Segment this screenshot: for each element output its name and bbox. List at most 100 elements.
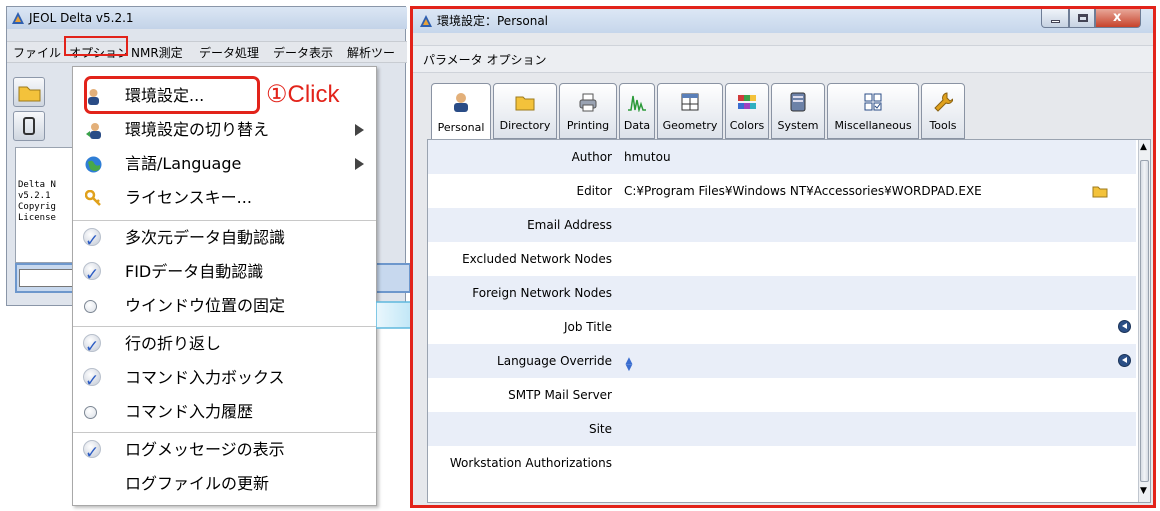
unchecked-radio-icon	[84, 300, 97, 313]
menu-item-label: ログファイルの更新	[125, 474, 270, 493]
submenu-arrow-icon	[355, 158, 364, 170]
menu-item-fix-window-position[interactable]: ウインドウ位置の固定	[73, 289, 376, 323]
table-row: Author hmutou	[428, 140, 1136, 174]
table-row: Foreign Network Nodes	[428, 276, 1136, 310]
menu-data-display[interactable]: データ表示	[273, 45, 333, 61]
scroll-up-icon[interactable]: ▲	[1140, 142, 1147, 152]
geometry-icon	[681, 93, 699, 111]
menu-item-label: FIDデータ自動認識	[125, 262, 264, 281]
table-row: Workstation Authorizations	[428, 446, 1136, 480]
preferences-menu-bar: パラメータ オプション	[413, 45, 1153, 73]
menu-item-label: 行の折り返し	[125, 334, 222, 353]
menu-item-license-key[interactable]: ライセンスキー...	[73, 181, 376, 215]
menu-item-label: 環境設定の切り替え	[125, 120, 270, 139]
tab-label: Personal	[437, 121, 485, 134]
tab-geometry[interactable]: Geometry	[657, 83, 723, 139]
folder-icon[interactable]	[1092, 184, 1108, 198]
person-icon	[454, 93, 468, 112]
tab-colors[interactable]: Colors	[725, 83, 769, 139]
spectrum-icon	[628, 95, 646, 112]
scrollbar-thumb[interactable]	[1140, 160, 1149, 482]
vertical-scrollbar[interactable]: ▲ ▼	[1138, 140, 1150, 502]
command-input-field[interactable]	[19, 269, 79, 287]
folder-icon	[515, 96, 535, 111]
row-label: SMTP Mail Server	[508, 388, 612, 402]
menu-item-line-wrap[interactable]: ✓ 行の折り返し	[73, 327, 376, 361]
checkmark-icon: ✓	[83, 228, 101, 251]
table-row: Site	[428, 412, 1136, 446]
tab-printing[interactable]: Printing	[559, 83, 617, 139]
reset-button-icon[interactable]	[1118, 320, 1131, 333]
row-label: Author	[571, 150, 612, 164]
options-dropdown-menu: 環境設定... 環境設定の切り替え 言語/Language ライセンスキー...…	[72, 66, 377, 506]
close-button[interactable]: x	[1095, 9, 1141, 28]
menu-item-label: ログメッセージの表示	[125, 440, 285, 459]
tab-label: System	[777, 119, 819, 132]
maximize-button[interactable]	[1069, 9, 1095, 28]
scroll-down-icon[interactable]: ▼	[1140, 486, 1147, 496]
miscellaneous-icon	[864, 93, 882, 111]
minimize-button[interactable]	[1041, 9, 1069, 28]
click-callout: ①Click	[260, 74, 372, 116]
reset-button-icon[interactable]	[1118, 354, 1131, 367]
menu-item-switch-preferences[interactable]: 環境設定の切り替え	[73, 113, 376, 147]
table-row: Job Title	[428, 310, 1136, 344]
row-label: Editor	[576, 184, 612, 198]
menu-item-auto-detect-fid[interactable]: ✓ FIDデータ自動認識	[73, 255, 376, 289]
menu-item-label: 言語/Language	[125, 154, 242, 173]
checkmark-icon: ✓	[83, 368, 101, 391]
globe-icon	[85, 156, 102, 173]
menu-item-label: 多次元データ自動認識	[125, 228, 286, 247]
delta-logo-icon	[12, 12, 24, 24]
preferences-menu-items[interactable]: パラメータ オプション	[423, 53, 546, 67]
tab-system[interactable]: System	[771, 83, 825, 139]
tab-data[interactable]: Data	[619, 83, 655, 139]
tab-miscellaneous[interactable]: Miscellaneous	[827, 83, 919, 139]
submenu-arrow-icon	[355, 124, 364, 136]
menu-item-show-log-messages[interactable]: ✓ ログメッセージの表示	[73, 433, 376, 467]
row-label: Job Title	[563, 320, 612, 334]
menu-nmr-measurement[interactable]: NMR測定	[131, 45, 183, 61]
tab-personal[interactable]: Personal	[431, 83, 491, 141]
key-icon	[85, 190, 101, 206]
menu-item-language[interactable]: 言語/Language	[73, 147, 376, 181]
delta-console: Delta N v5.2.1 Copyrig License	[15, 147, 75, 263]
personal-settings-panel: Author hmutou Editor C:¥Program Files¥Wi…	[427, 139, 1151, 503]
delta-title-bar: JEOL Delta v5.2.1	[7, 7, 407, 29]
menu-item-label: ライセンスキー...	[125, 188, 252, 207]
table-row: Excluded Network Nodes	[428, 242, 1136, 276]
unchecked-radio-icon	[84, 406, 97, 419]
preferences-window: 環境設定：Personal x パラメータ オプション Personal Dir…	[410, 6, 1156, 508]
language-override-spinner-icon[interactable]: ▲▼	[624, 356, 634, 370]
menu-data-processing[interactable]: データ処理	[199, 45, 259, 61]
editor-field[interactable]: C:¥Program Files¥Windows NT¥Accessories¥…	[624, 174, 982, 208]
menu-item-command-history[interactable]: コマンド入力履歴	[73, 395, 376, 429]
row-label: Foreign Network Nodes	[472, 286, 612, 300]
menu-item-update-log-file[interactable]: ログファイルの更新	[73, 467, 376, 501]
row-label: Excluded Network Nodes	[462, 252, 612, 266]
console-line: Copyrig	[18, 202, 56, 212]
menu-analysis-tools[interactable]: 解析ツー	[347, 45, 395, 61]
menu-item-label: ウインドウ位置の固定	[125, 296, 286, 315]
open-folder-button[interactable]	[13, 77, 45, 107]
table-row: Email Address	[428, 208, 1136, 242]
folder-icon	[18, 86, 41, 102]
tab-label: Miscellaneous	[834, 119, 912, 132]
preferences-window-title: 環境設定：Personal	[437, 14, 549, 28]
maximize-icon	[1078, 14, 1088, 22]
menu-item-command-input-box[interactable]: ✓ コマンド入力ボックス	[73, 361, 376, 395]
menu-item-auto-detect-multidim[interactable]: ✓ 多次元データ自動認識	[73, 221, 376, 255]
table-row: SMTP Mail Server	[428, 378, 1136, 412]
system-icon	[790, 92, 806, 112]
console-line: License	[18, 213, 56, 223]
tab-directory[interactable]: Directory	[493, 83, 557, 139]
close-icon: x	[1113, 10, 1122, 25]
options-menu-highlight	[64, 36, 128, 56]
author-field[interactable]: hmutou	[624, 140, 671, 174]
console-line: Delta N	[18, 180, 56, 190]
checkmark-icon: ✓	[83, 262, 101, 285]
printer-icon	[579, 93, 597, 112]
tab-tools[interactable]: Tools	[921, 83, 965, 139]
probe-button[interactable]	[13, 111, 45, 141]
menu-file[interactable]: ファイル	[13, 45, 61, 61]
